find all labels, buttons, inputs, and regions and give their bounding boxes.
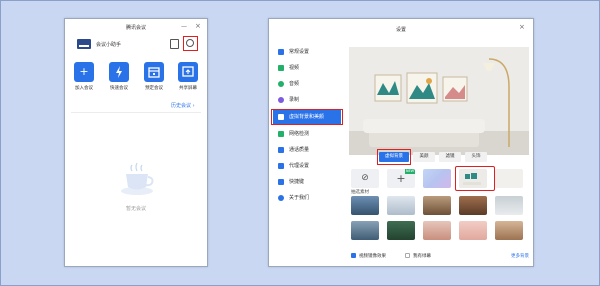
sidebar-item-general[interactable]: 常规设置 (273, 45, 341, 59)
background-tile[interactable] (387, 221, 415, 240)
settings-highlight (183, 36, 198, 51)
new-badge: NEW (405, 169, 415, 174)
sidebar-item-proxy[interactable]: 代理设置 (273, 159, 341, 173)
share-screen-label: 共享屏幕 (179, 86, 197, 91)
history-meetings-link[interactable]: 历史会议 › (171, 102, 195, 109)
background-tile[interactable] (423, 196, 451, 215)
background-tile[interactable] (351, 196, 379, 215)
background-tile[interactable] (351, 221, 379, 240)
background-tile[interactable] (423, 221, 451, 240)
tab-highlight (377, 149, 411, 165)
minimize-button[interactable]: — (181, 23, 187, 30)
tab-filter[interactable]: 滤镜 (439, 152, 461, 162)
network-icon (278, 131, 284, 137)
quick-meeting-label: 快速会议 (110, 86, 128, 91)
record-icon (278, 97, 284, 103)
background-tile[interactable] (459, 221, 487, 240)
share-screen-button[interactable] (178, 62, 198, 82)
sidebar-item-label: 通话质量 (289, 147, 310, 153)
empty-state-text: 暂无会议 (125, 206, 146, 212)
sidebar-item-call-quality[interactable]: 通话质量 (273, 143, 341, 157)
avatar[interactable] (77, 39, 91, 49)
green-screen-option-label: 我有绿幕 (413, 254, 431, 259)
close-button[interactable]: × (519, 23, 525, 31)
section-label: 抽选素材 (351, 190, 369, 195)
sidebar-item-audio[interactable]: 音频 (273, 77, 341, 91)
none-icon: ⊘ (361, 173, 369, 183)
sidebar-item-shortcuts[interactable]: 快捷键 (273, 175, 341, 189)
quick-meeting-button[interactable] (109, 62, 129, 82)
sidebar-item-label: 代理设置 (289, 163, 310, 169)
lightning-icon (116, 66, 122, 78)
sidebar-item-video[interactable]: 视频 (273, 61, 341, 75)
more-backgrounds-link[interactable]: 更多背景 (511, 253, 529, 259)
mirror-option-label: 视频镜像效果 (359, 254, 386, 259)
sidebar-item-about[interactable]: 关于我们 (273, 191, 341, 205)
plus-icon: + (79, 65, 89, 78)
background-tile[interactable] (495, 169, 523, 188)
tab-headwear[interactable]: 头饰 (465, 152, 487, 162)
tab-beauty[interactable]: 美颜 (413, 152, 435, 162)
green-screen-checkbox[interactable] (405, 253, 410, 258)
background-preview (349, 47, 529, 155)
background-tile[interactable] (387, 196, 415, 215)
background-tile[interactable] (423, 169, 451, 188)
settings-title: 设置 (395, 27, 406, 33)
sidebar-item-label: 录制 (289, 97, 300, 103)
sidebar-item-label: 快捷键 (289, 179, 305, 185)
gear-icon[interactable] (186, 39, 194, 47)
background-tile[interactable] (495, 196, 523, 215)
call-quality-icon (278, 147, 284, 153)
phone-icon[interactable] (170, 39, 179, 49)
background-tile[interactable] (459, 196, 487, 215)
proxy-icon (278, 163, 284, 169)
schedule-meeting-label: 预定会议 (145, 86, 163, 91)
empty-coffee-cup-icon (121, 162, 154, 195)
sidebar-item-label: 视频 (289, 65, 300, 71)
background-tile[interactable] (495, 221, 523, 240)
sidebar-item-label: 音频 (289, 81, 300, 87)
sidebar-item-label: 常规设置 (289, 49, 310, 55)
sidebar-item-record[interactable]: 录制 (273, 93, 341, 107)
sidebar-item-label: 网络检测 (289, 131, 310, 137)
add-background-tile[interactable]: + NEW (387, 169, 415, 188)
schedule-meeting-button[interactable] (144, 62, 164, 82)
settings-window: 设置 × 常规设置 视频 音频 录制 虚拟背景和美颜 网络检测 通话质量 代理设… (268, 18, 534, 267)
no-background-tile[interactable]: ⊘ (351, 169, 379, 188)
meeting-window: 腾讯会议 — × 会议小助手 + 加入会议 快速会议 预定会议 共享屏幕 历史会… (64, 18, 208, 267)
share-screen-icon (182, 66, 194, 77)
general-settings-icon (278, 49, 284, 55)
keyboard-icon (278, 179, 284, 185)
close-button[interactable]: × (195, 22, 201, 30)
sidebar-item-label: 关于我们 (289, 195, 310, 201)
user-name[interactable]: 会议小助手 (96, 41, 121, 48)
join-meeting-button[interactable]: + (74, 62, 94, 82)
join-meeting-label: 加入会议 (75, 86, 93, 91)
divider (71, 112, 201, 113)
selected-tile-highlight (455, 166, 495, 191)
info-icon (278, 195, 284, 201)
sidebar-item-network[interactable]: 网络检测 (273, 127, 341, 141)
calendar-icon (148, 67, 160, 78)
video-icon (278, 65, 284, 71)
audio-icon (278, 81, 284, 87)
mirror-checkbox[interactable] (351, 253, 356, 258)
sidebar-highlight (271, 109, 343, 125)
